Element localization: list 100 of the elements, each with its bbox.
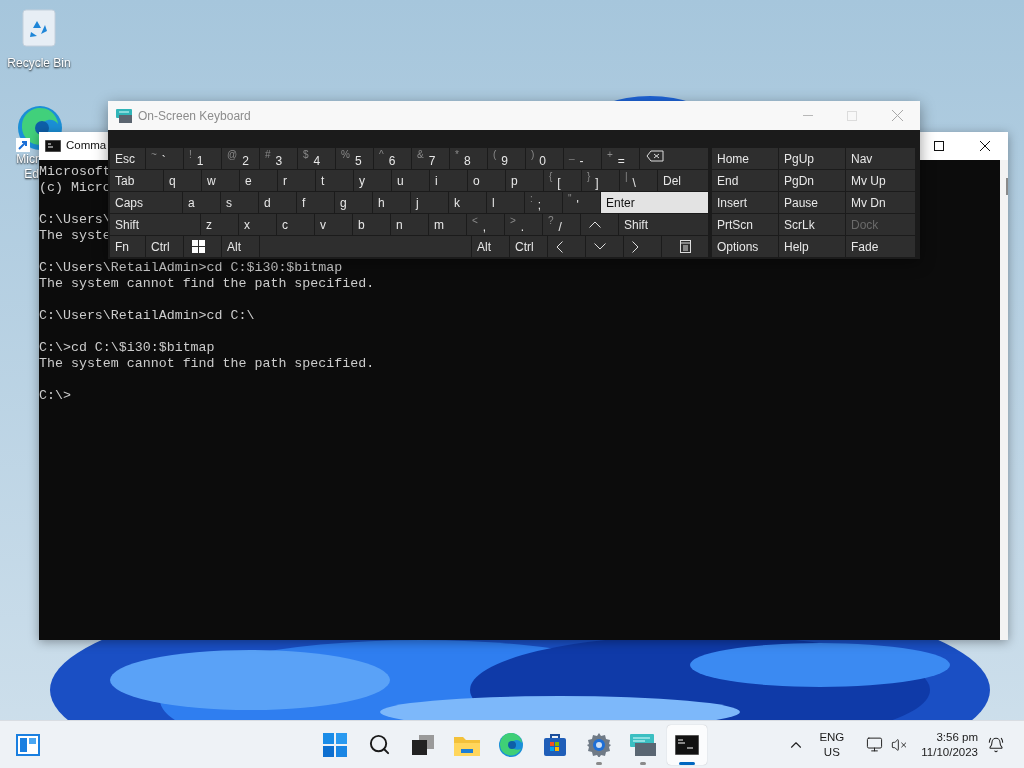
keyboard-key[interactable]: a xyxy=(183,192,220,213)
keyboard-key[interactable]: } ] xyxy=(582,170,619,191)
scrollbar[interactable] xyxy=(1000,160,1008,640)
search-icon xyxy=(367,733,391,756)
keyboard-key[interactable]: Caps xyxy=(110,192,182,213)
keyboard-app-icon xyxy=(630,733,656,756)
keyboard-key[interactable]: b xyxy=(353,214,390,235)
keyboard-key[interactable]: m xyxy=(429,214,466,235)
keyboard-key[interactable]: ! 1 xyxy=(184,148,221,169)
keyboard-key[interactable]: $ 4 xyxy=(298,148,335,169)
keyboard-key[interactable]: | \ xyxy=(620,170,657,191)
keyboard-key[interactable]: u xyxy=(392,170,429,191)
keyboard-key[interactable]: Ctrl xyxy=(510,236,547,257)
keyboard-key[interactable]: % 5 xyxy=(336,148,373,169)
keyboard-key[interactable]: l xyxy=(487,192,524,213)
keyboard-key[interactable]: Mv Dn xyxy=(846,192,915,213)
network-icon[interactable] xyxy=(866,736,884,753)
keyboard-key[interactable]: f xyxy=(297,192,334,213)
keyboard-key[interactable]: Del xyxy=(658,170,708,191)
keyboard-key[interactable]: r xyxy=(278,170,315,191)
keyboard-key[interactable]: z xyxy=(201,214,238,235)
keyboard-key[interactable]: { [ xyxy=(544,170,581,191)
keyboard-key[interactable]: d xyxy=(259,192,296,213)
keyboard-key[interactable]: v xyxy=(315,214,352,235)
keyboard-key[interactable]: Esc xyxy=(110,148,145,169)
keyboard-key[interactable]: _ - xyxy=(564,148,601,169)
terminal-line: C:\Users\ xyxy=(39,212,111,228)
keyboard-key[interactable]: # 3 xyxy=(260,148,297,169)
desktop-icon-label: Recycle Bin xyxy=(7,56,71,71)
keyboard-key[interactable]: Shift xyxy=(619,214,708,235)
keyboard-key[interactable]: j xyxy=(411,192,448,213)
terminal-line: C:\>cd C:\$i30:$bitmap xyxy=(39,340,215,356)
keyboard-key[interactable]: q xyxy=(164,170,201,191)
backspace-key[interactable] xyxy=(640,148,708,169)
keyboard-key[interactable]: Tab xyxy=(110,170,163,191)
keyboard-key[interactable]: PgUp xyxy=(779,148,845,169)
keyboard-key[interactable]: ScrLk xyxy=(779,214,845,235)
widgets-icon[interactable] xyxy=(16,733,40,756)
keyboard-key[interactable]: p xyxy=(506,170,543,191)
keyboard-key[interactable]: Shift xyxy=(110,214,200,235)
keyboard-key[interactable]: ~ ` xyxy=(146,148,183,169)
keyboard-key[interactable]: Home xyxy=(712,148,778,169)
keyboard-key[interactable]: x xyxy=(239,214,276,235)
close-icon xyxy=(891,110,903,121)
keyboard-key[interactable]: " ' xyxy=(563,192,600,213)
chevron-up-icon xyxy=(589,221,601,228)
keyboard-key[interactable]: t xyxy=(316,170,353,191)
keyboard-key[interactable]: ( 9 xyxy=(488,148,525,169)
keyboard-key[interactable]: + = xyxy=(602,148,639,169)
keyboard-key[interactable]: > . xyxy=(505,214,542,235)
keyboard-key[interactable]: Pause xyxy=(779,192,845,213)
recycle-bin-icon[interactable] xyxy=(21,8,57,48)
keyboard-key[interactable]: s xyxy=(221,192,258,213)
clock[interactable]: 3:56 pm 11/10/2023 xyxy=(921,729,978,760)
language-indicator[interactable]: ENG US xyxy=(819,729,845,760)
keyboard-key[interactable]: ^ 6 xyxy=(374,148,411,169)
taskbar-button[interactable] xyxy=(667,724,707,765)
keyboard-key[interactable]: y xyxy=(354,170,391,191)
keyboard-key[interactable]: o xyxy=(468,170,505,191)
keyboard-key[interactable]: ? / xyxy=(543,214,580,235)
keyboard-key[interactable]: w xyxy=(202,170,239,191)
volume-muted-icon[interactable] xyxy=(891,736,908,753)
keyboard-key[interactable]: Nav xyxy=(846,148,915,169)
keyboard-key[interactable]: ) 0 xyxy=(526,148,563,169)
keyboard-key[interactable]: n xyxy=(391,214,428,235)
keyboard-key[interactable]: e xyxy=(240,170,277,191)
close-icon xyxy=(980,141,990,151)
keyboard-key[interactable]: Alt xyxy=(222,236,259,257)
windows-logo-icon xyxy=(192,240,205,253)
windows-key[interactable] xyxy=(184,236,221,257)
keyboard-key[interactable]: Ctrl xyxy=(146,236,183,257)
keyboard-key[interactable]: Insert xyxy=(712,192,778,213)
notification-bell-icon[interactable] xyxy=(988,736,1004,753)
keyboard-key[interactable]: End xyxy=(712,170,778,191)
keyboard-key[interactable]: g xyxy=(335,192,372,213)
keyboard-key[interactable]: Alt xyxy=(472,236,509,257)
keyboard-key[interactable]: @ 2 xyxy=(222,148,259,169)
menu-key[interactable] xyxy=(662,236,708,257)
keyboard-key[interactable]: k xyxy=(449,192,486,213)
window-title: On-Screen Keyboard xyxy=(138,107,251,125)
keyboard-app-icon xyxy=(116,108,132,123)
keyboard-key[interactable]: : ; xyxy=(525,192,562,213)
keyboard-key[interactable]: < , xyxy=(467,214,504,235)
keyboard-key[interactable]: Enter xyxy=(601,192,708,213)
keyboard-key[interactable]: & 7 xyxy=(412,148,449,169)
keyboard-key[interactable]: Fn xyxy=(110,236,145,257)
keyboard-key[interactable]: * 8 xyxy=(450,148,487,169)
keyboard-key[interactable]: h xyxy=(373,192,410,213)
browser-icon xyxy=(499,732,523,757)
maximize-icon xyxy=(934,141,944,151)
keyboard-key[interactable]: Mv Up xyxy=(846,170,915,191)
keyboard-key[interactable]: PgDn xyxy=(779,170,845,191)
terminal-line: Microsoft xyxy=(39,164,111,180)
keyboard-key[interactable]: Fade xyxy=(846,236,915,257)
keyboard-key[interactable]: i xyxy=(430,170,467,191)
keyboard-key[interactable]: Options xyxy=(712,236,778,257)
keyboard-key[interactable]: PrtScn xyxy=(712,214,778,235)
keyboard-key[interactable]: c xyxy=(277,214,314,235)
window-title: Comma xyxy=(66,138,107,154)
keyboard-key[interactable]: Help xyxy=(779,236,845,257)
